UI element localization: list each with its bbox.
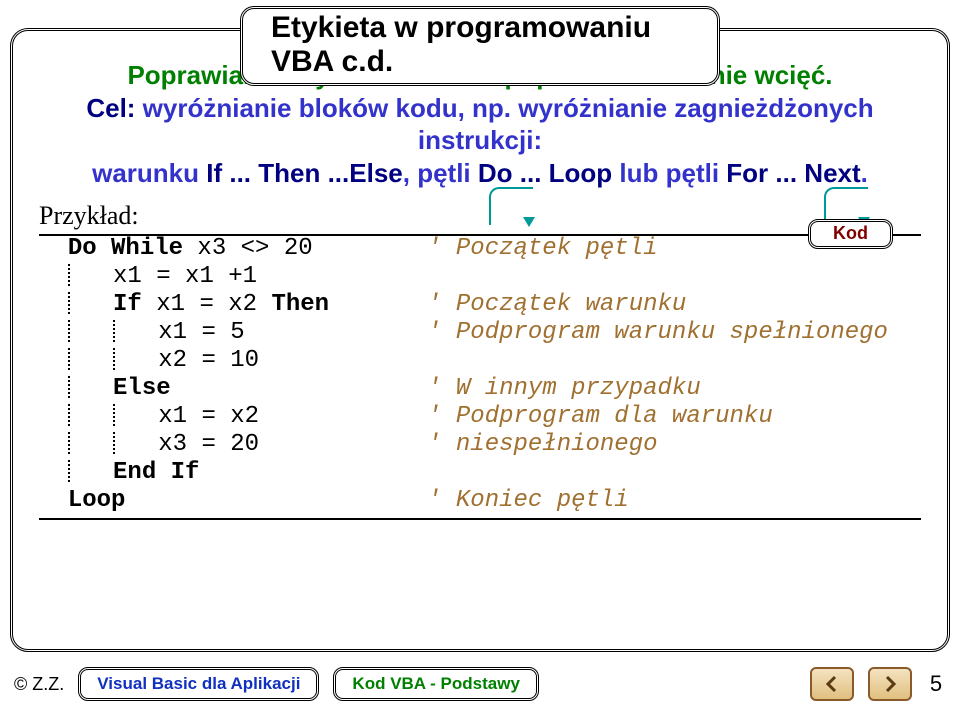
- page-number: 5: [926, 671, 946, 697]
- indent-marker: [68, 320, 70, 342]
- indent-marker: [68, 404, 70, 426]
- chevron-left-icon: [823, 675, 841, 693]
- chevron-right-icon: [881, 675, 899, 693]
- intro-petli: , pętli: [403, 158, 478, 188]
- comment-cell: ' Podprogram warunku spełnionego: [427, 318, 921, 346]
- indent-marker: [113, 320, 115, 342]
- pointer-arrows: [39, 189, 921, 199]
- code-row: x3 = 20' niespełnionego: [39, 430, 921, 458]
- indent-marker: [113, 348, 115, 370]
- next-button[interactable]: [868, 667, 912, 701]
- code-row: x1 = x2' Podprogram dla warunku: [39, 402, 921, 430]
- code-cell: Loop: [39, 486, 427, 514]
- code-bottom-rule: [39, 518, 921, 520]
- intro-body: wyróżnianie bloków kodu, np. wyróżnianie…: [143, 93, 874, 156]
- code-row: x1 = 5' Podprogram warunku spełnionego: [39, 318, 921, 346]
- comment-cell: ' Koniec pętli: [427, 486, 921, 514]
- indent-marker: [113, 432, 115, 454]
- example-label: Przykład:: [39, 201, 921, 231]
- footer-pill-app: Visual Basic dla Aplikacji: [78, 667, 319, 701]
- code-row: Do While x3 <> 20' Początek pętli: [39, 234, 921, 262]
- intro-cel: Cel:: [86, 93, 142, 123]
- intro-lub: lub pętli: [612, 158, 726, 188]
- copyright: © Z.Z.: [14, 674, 64, 695]
- main-content-panel: Poprawianie czytelności kodu poprzez wst…: [10, 28, 950, 652]
- code-cell: x1 = 5: [39, 318, 427, 346]
- code-table: Do While x3 <> 20' Początek pętli x1 = x…: [39, 234, 921, 514]
- code-cell: Do While x3 <> 20: [39, 234, 427, 262]
- indent-marker: [68, 348, 70, 370]
- code-row: Loop' Koniec pętli: [39, 486, 921, 514]
- indent-marker: [68, 292, 70, 314]
- intro-line3: warunku If ... Then ...Else, pętli Do ..…: [39, 157, 921, 190]
- intro-for: For ... Next: [726, 158, 860, 188]
- code-cell: x1 = x1 +1: [39, 262, 427, 290]
- intro-if: If ... Then ...Else: [206, 158, 403, 188]
- indent-marker: [68, 264, 70, 286]
- slide-title: Etykieta w programowaniu VBA c.d.: [271, 11, 651, 78]
- footer-pill-topic: Kod VBA - Podstawy: [333, 667, 539, 701]
- code-row: x1 = x1 +1: [39, 262, 921, 290]
- intro-warunku: warunku: [92, 158, 206, 188]
- intro-line2: Cel: wyróżnianie bloków kodu, np. wyróżn…: [39, 92, 921, 157]
- intro-do: Do ... Loop: [478, 158, 612, 188]
- code-row: If x1 = x2 Then' Początek warunku: [39, 290, 921, 318]
- comment-cell: [427, 458, 921, 486]
- code-cell: If x1 = x2 Then: [39, 290, 427, 318]
- comment-cell: ' Początek warunku: [427, 290, 921, 318]
- comment-cell: ' W innym przypadku: [427, 374, 921, 402]
- code-cell: Else: [39, 374, 427, 402]
- indent-marker: [68, 460, 70, 482]
- comment-cell: ' niespełnionego: [427, 430, 921, 458]
- code-row: x2 = 10: [39, 346, 921, 374]
- intro-dot: .: [861, 158, 868, 188]
- code-cell: End If: [39, 458, 427, 486]
- comment-cell: ' Podprogram dla warunku: [427, 402, 921, 430]
- indent-marker: [68, 376, 70, 398]
- code-row: Else' W innym przypadku: [39, 374, 921, 402]
- code-cell: x3 = 20: [39, 430, 427, 458]
- prev-button[interactable]: [810, 667, 854, 701]
- comment-cell: [427, 346, 921, 374]
- code-row: End If: [39, 458, 921, 486]
- slide-title-box: Etykieta w programowaniu VBA c.d.: [240, 6, 720, 86]
- indent-marker: [113, 404, 115, 426]
- footer-bar: © Z.Z. Visual Basic dla Aplikacji Kod VB…: [0, 660, 960, 708]
- kod-badge: Kod: [808, 219, 893, 249]
- code-cell: x1 = x2: [39, 402, 427, 430]
- indent-marker: [68, 432, 70, 454]
- code-cell: x2 = 10: [39, 346, 427, 374]
- comment-cell: [427, 262, 921, 290]
